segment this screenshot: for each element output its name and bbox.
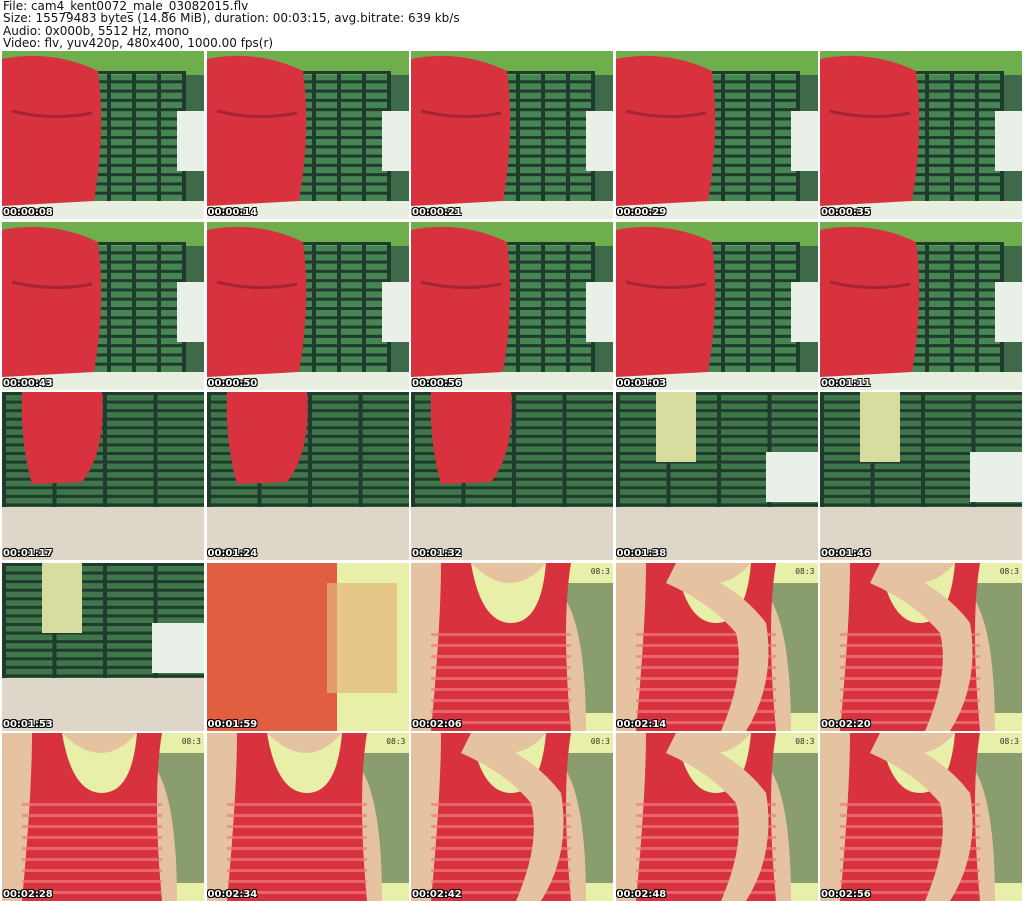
video-thumbnail: 00:01:24 <box>206 392 409 560</box>
thumbnail-timestamp: 00:00:08 <box>3 207 53 218</box>
thumbnail-timestamp: 00:02:14 <box>616 718 667 730</box>
thumbnail-timestamp: 00:00:43 <box>3 377 53 389</box>
camera-clock-overlay: 08:3 <box>181 737 201 746</box>
thumbnail-timestamp: 00:00:21 <box>412 207 462 218</box>
thumbnail-image <box>206 392 409 560</box>
camera-clock-overlay: 08:3 <box>795 566 815 576</box>
thumbnail-timestamp: 00:02:56 <box>821 889 871 900</box>
file-size-info: Size: 15579483 bytes (14.86 MiB), durati… <box>3 11 460 26</box>
thumbnail-timestamp: 00:02:48 <box>616 889 667 900</box>
thumbnail-timestamp: 00:02:34 <box>207 889 258 900</box>
video-thumbnail: 00:00:14 <box>206 51 409 219</box>
video-thumbnail: 08:3 00:02:06 <box>411 562 613 731</box>
thumbnail-image <box>206 51 409 219</box>
thumbnail-image <box>820 733 1022 901</box>
thumbnail-image <box>2 562 204 731</box>
video-info: Video: flv, yuv420p, 480x400, 1000.00 fp… <box>3 36 274 51</box>
thumbnail-timestamp: 00:01:38 <box>616 548 667 559</box>
video-thumbnail: 00:00:21 <box>411 51 613 219</box>
video-thumbnail: 08:3 00:02:42 <box>411 733 613 901</box>
video-thumbnail: 00:01:03 <box>615 221 818 390</box>
thumbnail-image <box>2 51 204 219</box>
thumbnail-image <box>411 562 613 731</box>
thumbnail-timestamp: 00:01:17 <box>3 548 53 559</box>
file-info-header: File: cam4_kent0072_male_03082015.flv Siz… <box>3 0 460 50</box>
thumbnail-grid: 00:00:08 00:00:14 00:00:21 00:00:29 00:00:35… <box>2 51 1022 901</box>
thumbnail-image <box>615 392 818 560</box>
video-thumbnail: 00:01:38 <box>615 392 818 560</box>
video-thumbnail: 00:00:08 <box>2 51 204 219</box>
camera-clock-overlay: 08:3 <box>590 737 610 746</box>
thumbnail-image <box>411 51 613 219</box>
video-thumbnail: 00:00:56 <box>411 221 613 390</box>
thumbnail-timestamp: 00:00:50 <box>207 377 258 389</box>
thumbnail-image <box>411 392 613 560</box>
thumbnail-timestamp: 00:00:29 <box>616 207 667 218</box>
video-thumbnail: 00:01:59 <box>206 562 409 731</box>
video-thumbnail: 00:01:32 <box>411 392 613 560</box>
video-thumbnail: 00:00:35 <box>820 51 1022 219</box>
thumbnail-image <box>820 392 1022 560</box>
thumbnail-image <box>820 562 1022 731</box>
video-thumbnail: 08:3 00:02:34 <box>206 733 409 901</box>
camera-clock-overlay: 08:3 <box>795 737 815 746</box>
camera-clock-overlay: 08:3 <box>590 566 610 576</box>
thumbnail-image <box>2 392 204 560</box>
thumbnail-image <box>615 51 818 219</box>
video-thumbnail: 00:00:29 <box>615 51 818 219</box>
thumbnail-timestamp: 00:02:06 <box>412 718 462 730</box>
thumbnail-image <box>2 221 204 390</box>
video-thumbnail: 08:3 00:02:14 <box>615 562 818 731</box>
thumbnail-image <box>411 221 613 390</box>
video-thumbnail: 00:01:53 <box>2 562 204 731</box>
video-thumbnail: 08:3 00:02:20 <box>820 562 1022 731</box>
thumbnail-image <box>820 221 1022 390</box>
thumbnail-timestamp: 00:01:53 <box>3 718 53 730</box>
thumbnail-image <box>2 733 204 901</box>
thumbnail-timestamp: 00:01:03 <box>616 377 667 389</box>
thumbnail-timestamp: 00:01:11 <box>821 377 871 389</box>
video-thumbnail: 00:00:43 <box>2 221 204 390</box>
thumbnail-image <box>411 733 613 901</box>
thumbnail-image <box>615 221 818 390</box>
thumbnail-timestamp: 00:00:35 <box>821 207 871 218</box>
video-thumbnail: 08:3 00:02:56 <box>820 733 1022 901</box>
thumbnail-timestamp: 00:02:20 <box>821 718 871 730</box>
thumbnail-image <box>206 562 409 731</box>
video-thumbnail: 00:00:50 <box>206 221 409 390</box>
camera-clock-overlay: 08:3 <box>386 737 406 746</box>
video-thumbnail: 08:3 00:02:28 <box>2 733 204 901</box>
thumbnail-image <box>206 733 409 901</box>
thumbnail-timestamp: 00:01:59 <box>207 718 258 730</box>
thumbnail-timestamp: 00:01:46 <box>821 548 871 559</box>
thumbnail-image <box>615 562 818 731</box>
thumbnail-timestamp: 00:01:32 <box>412 548 462 559</box>
thumbnail-image <box>820 51 1022 219</box>
video-thumbnail: 00:01:11 <box>820 221 1022 390</box>
thumbnail-image <box>206 221 409 390</box>
video-thumbnail: 00:01:46 <box>820 392 1022 560</box>
video-thumbnail: 00:01:17 <box>2 392 204 560</box>
thumbnail-timestamp: 00:02:42 <box>412 889 462 900</box>
thumbnail-timestamp: 00:00:56 <box>412 377 462 389</box>
thumbnail-image <box>615 733 818 901</box>
video-thumbnail: 08:3 00:02:48 <box>615 733 818 901</box>
camera-clock-overlay: 08:3 <box>999 566 1019 576</box>
thumbnail-timestamp: 00:01:24 <box>207 548 258 559</box>
thumbnail-timestamp: 00:00:14 <box>207 207 258 218</box>
thumbnail-timestamp: 00:02:28 <box>3 889 53 900</box>
camera-clock-overlay: 08:3 <box>999 737 1019 746</box>
